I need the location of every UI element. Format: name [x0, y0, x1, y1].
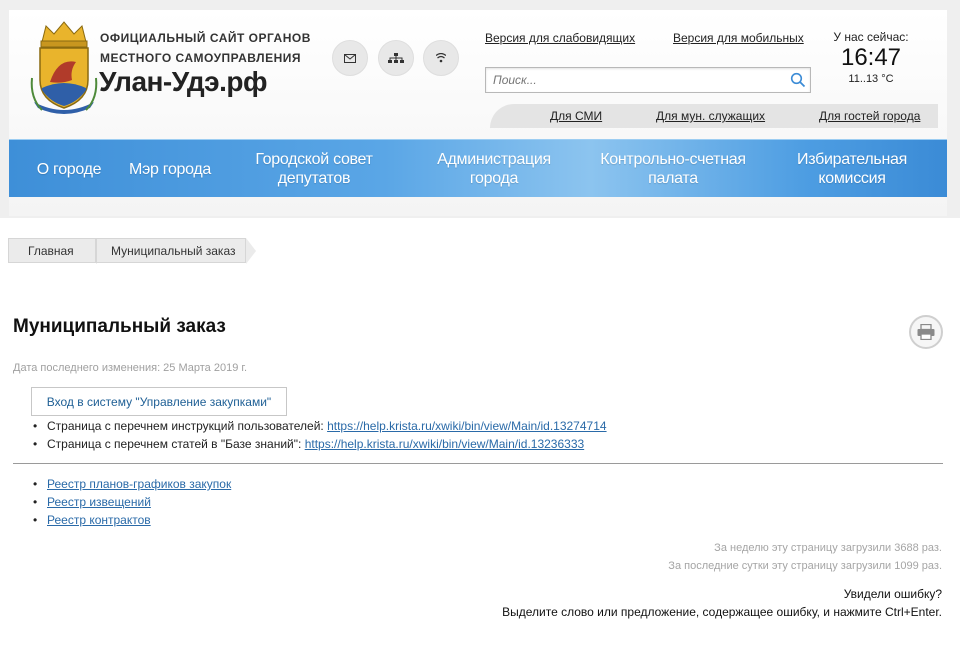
site-name[interactable]: Улан-Удэ.рф	[99, 66, 268, 98]
nav-item-election-commission[interactable]: Избирательная комиссия	[779, 140, 925, 198]
search-input[interactable]	[486, 68, 776, 92]
nav-item-administration[interactable]: Администрация города	[421, 140, 567, 198]
list-item-knowledge-base: • Страница с перечнем статей в "Базе знан…	[33, 437, 584, 451]
last-modified-date: Дата последнего изменения: 25 Марта 2019…	[13, 362, 248, 374]
nav-item-label-line2: комиссия	[818, 170, 886, 187]
current-time: 16:47	[840, 44, 902, 71]
audience-link-guests[interactable]: Для гостей города	[819, 109, 920, 123]
nav-item-about-city[interactable]: О городе	[23, 140, 115, 198]
register-notices-link[interactable]: Реестр извещений	[47, 495, 151, 509]
site-subtitle-line2: местного самоуправления	[100, 51, 301, 65]
page: Официальный сайт органов местного самоуп…	[0, 0, 960, 646]
audience-link-employees[interactable]: Для мун. служащих	[656, 109, 765, 123]
mail-icon	[344, 53, 356, 63]
list-item-register-contracts: • Реестр контрактов	[33, 513, 151, 527]
breadcrumb-home[interactable]: Главная	[8, 238, 96, 263]
knowledge-base-text: Страница с перечнем статей в "Базе знани…	[47, 437, 305, 451]
error-notice-title: Увидели ошибку?	[843, 587, 942, 601]
printer-icon	[917, 324, 935, 340]
nav-item-label-line1: Контрольно-счетная	[600, 151, 746, 168]
bullet: •	[33, 419, 38, 433]
bullet: •	[33, 513, 38, 527]
register-plans-link[interactable]: Реестр планов-графиков закупок	[47, 477, 231, 491]
site-subtitle: Официальный сайт органов местного самоуп…	[100, 28, 311, 68]
bullet: •	[33, 477, 38, 491]
mail-button[interactable]	[332, 40, 368, 76]
divider	[13, 463, 943, 464]
weekly-views: За неделю эту страницу загрузили 3688 ра…	[714, 542, 942, 554]
instructions-text: Страница с перечнем инструкций пользоват…	[47, 419, 328, 433]
sitemap-button[interactable]	[378, 40, 414, 76]
rss-button[interactable]	[423, 40, 459, 76]
city-emblem-logo[interactable]	[28, 18, 100, 116]
weather-label: У нас сейчас:	[833, 30, 909, 44]
procurement-login-button[interactable]: Вход в систему "Управление закупками"	[31, 387, 287, 416]
rss-icon	[436, 53, 446, 63]
nav-item-label-line2: палата	[648, 170, 698, 187]
knowledge-base-link[interactable]: https://help.krista.ru/xwiki/bin/view/Ma…	[305, 437, 584, 451]
nav-item-label: Мэр города	[128, 160, 212, 178]
nav-item-label-line1: Администрация	[437, 151, 551, 168]
breadcrumb-end-arrow	[246, 238, 256, 264]
site-subtitle-line1: Официальный сайт органов	[100, 31, 311, 45]
search-box	[485, 67, 811, 93]
sitemap-icon	[388, 53, 404, 63]
nav-item-label-line1: Городской совет	[255, 151, 373, 168]
nav-item-audit-chamber[interactable]: Контрольно-счетная палата	[593, 140, 753, 198]
list-item-register-notices: • Реестр извещений	[33, 495, 151, 509]
daily-views: За последние сутки эту страницу загрузил…	[668, 560, 942, 572]
low-vision-link[interactable]: Версия для слабовидящих	[485, 31, 635, 45]
instructions-link[interactable]: https://help.krista.ru/xwiki/bin/view/Ma…	[327, 419, 606, 433]
audience-link-media[interactable]: Для СМИ	[550, 109, 602, 123]
page-title: Муниципальный заказ	[13, 316, 226, 337]
list-item-instructions: • Страница с перечнем инструкций пользова…	[33, 419, 607, 433]
nav-item-city-council[interactable]: Городской совет депутатов	[239, 140, 389, 198]
bullet: •	[33, 437, 38, 451]
mobile-version-link[interactable]: Версия для мобильных	[673, 31, 804, 45]
print-button[interactable]	[909, 315, 943, 349]
register-contracts-link[interactable]: Реестр контрактов	[47, 513, 151, 527]
list-item-register-plans: • Реестр планов-графиков закупок	[33, 477, 231, 491]
nav-item-mayor[interactable]: Мэр города	[121, 140, 219, 198]
current-temperature: 11..13 °C	[848, 73, 894, 85]
nav-item-label: О городе	[36, 160, 102, 178]
nav-item-label-line2: депутатов	[277, 170, 351, 187]
main-nav: О городе Мэр города Городской совет депу…	[9, 139, 947, 197]
nav-item-label-line2: города	[469, 170, 519, 187]
nav-item-label-line1: Избирательная	[797, 151, 907, 168]
bullet: •	[33, 495, 38, 509]
breadcrumb-current: Муниципальный заказ	[96, 238, 246, 263]
search-icon[interactable]	[790, 72, 806, 88]
error-notice-text: Выделите слово или предложение, содержащ…	[502, 605, 942, 619]
